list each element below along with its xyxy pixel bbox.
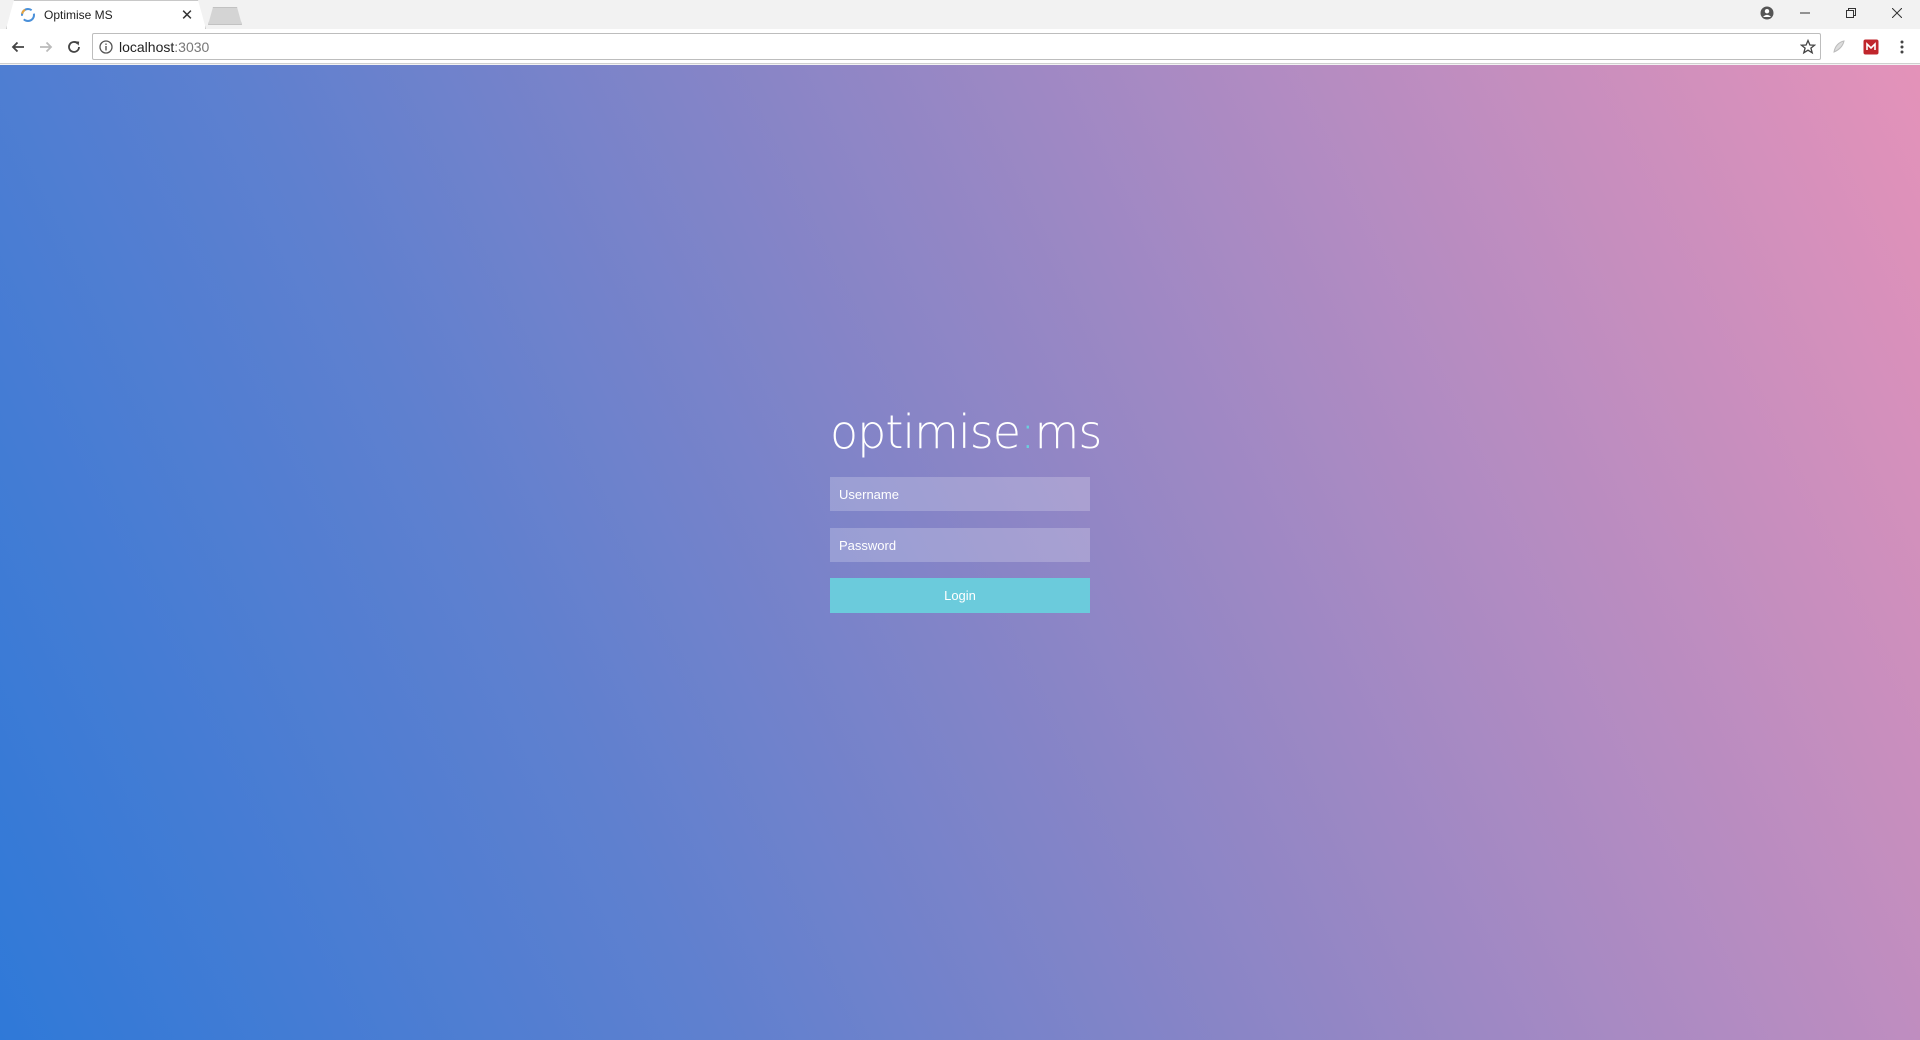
login-page: optimise:ms Login [0,65,1920,1040]
restore-icon[interactable] [1828,0,1874,26]
new-tab-button[interactable] [208,7,242,25]
info-icon[interactable] [93,39,119,54]
logo-text-left: optimise [830,405,1021,459]
browser-menu-icon[interactable] [1891,36,1913,58]
browser-toolbar: localhost:3030 [0,29,1920,64]
minimize-icon[interactable] [1782,0,1828,26]
password-input[interactable] [830,528,1090,562]
bookmark-star-icon[interactable] [1796,38,1820,55]
back-icon[interactable] [6,35,30,59]
chrome-loading-icon [20,7,36,23]
close-icon[interactable] [1874,0,1920,26]
tab-strip: Optimise MS ✕ [0,0,1920,29]
username-input[interactable] [830,477,1090,511]
app-logo: optimise:ms [830,405,1102,459]
window-controls [1752,0,1920,26]
url-host: localhost [119,38,175,55]
tab-title: Optimise MS [44,7,113,22]
profile-icon[interactable] [1752,0,1782,26]
url-port: :3030 [174,38,210,55]
url-text[interactable]: localhost:3030 [119,39,1796,55]
reload-icon[interactable] [62,35,86,59]
login-button[interactable]: Login [830,578,1090,613]
extension-red-icon[interactable] [1860,36,1882,58]
forward-icon[interactable] [34,35,58,59]
login-form: optimise:ms Login [830,405,1102,613]
logo-separator: : [1020,405,1035,459]
logo-text-right: ms [1034,405,1103,459]
tab-content[interactable]: Optimise MS ✕ [20,0,206,29]
address-bar[interactable]: localhost:3030 [92,33,1821,60]
extension-feather-icon[interactable] [1828,36,1850,58]
tab-close-icon[interactable]: ✕ [178,6,196,24]
